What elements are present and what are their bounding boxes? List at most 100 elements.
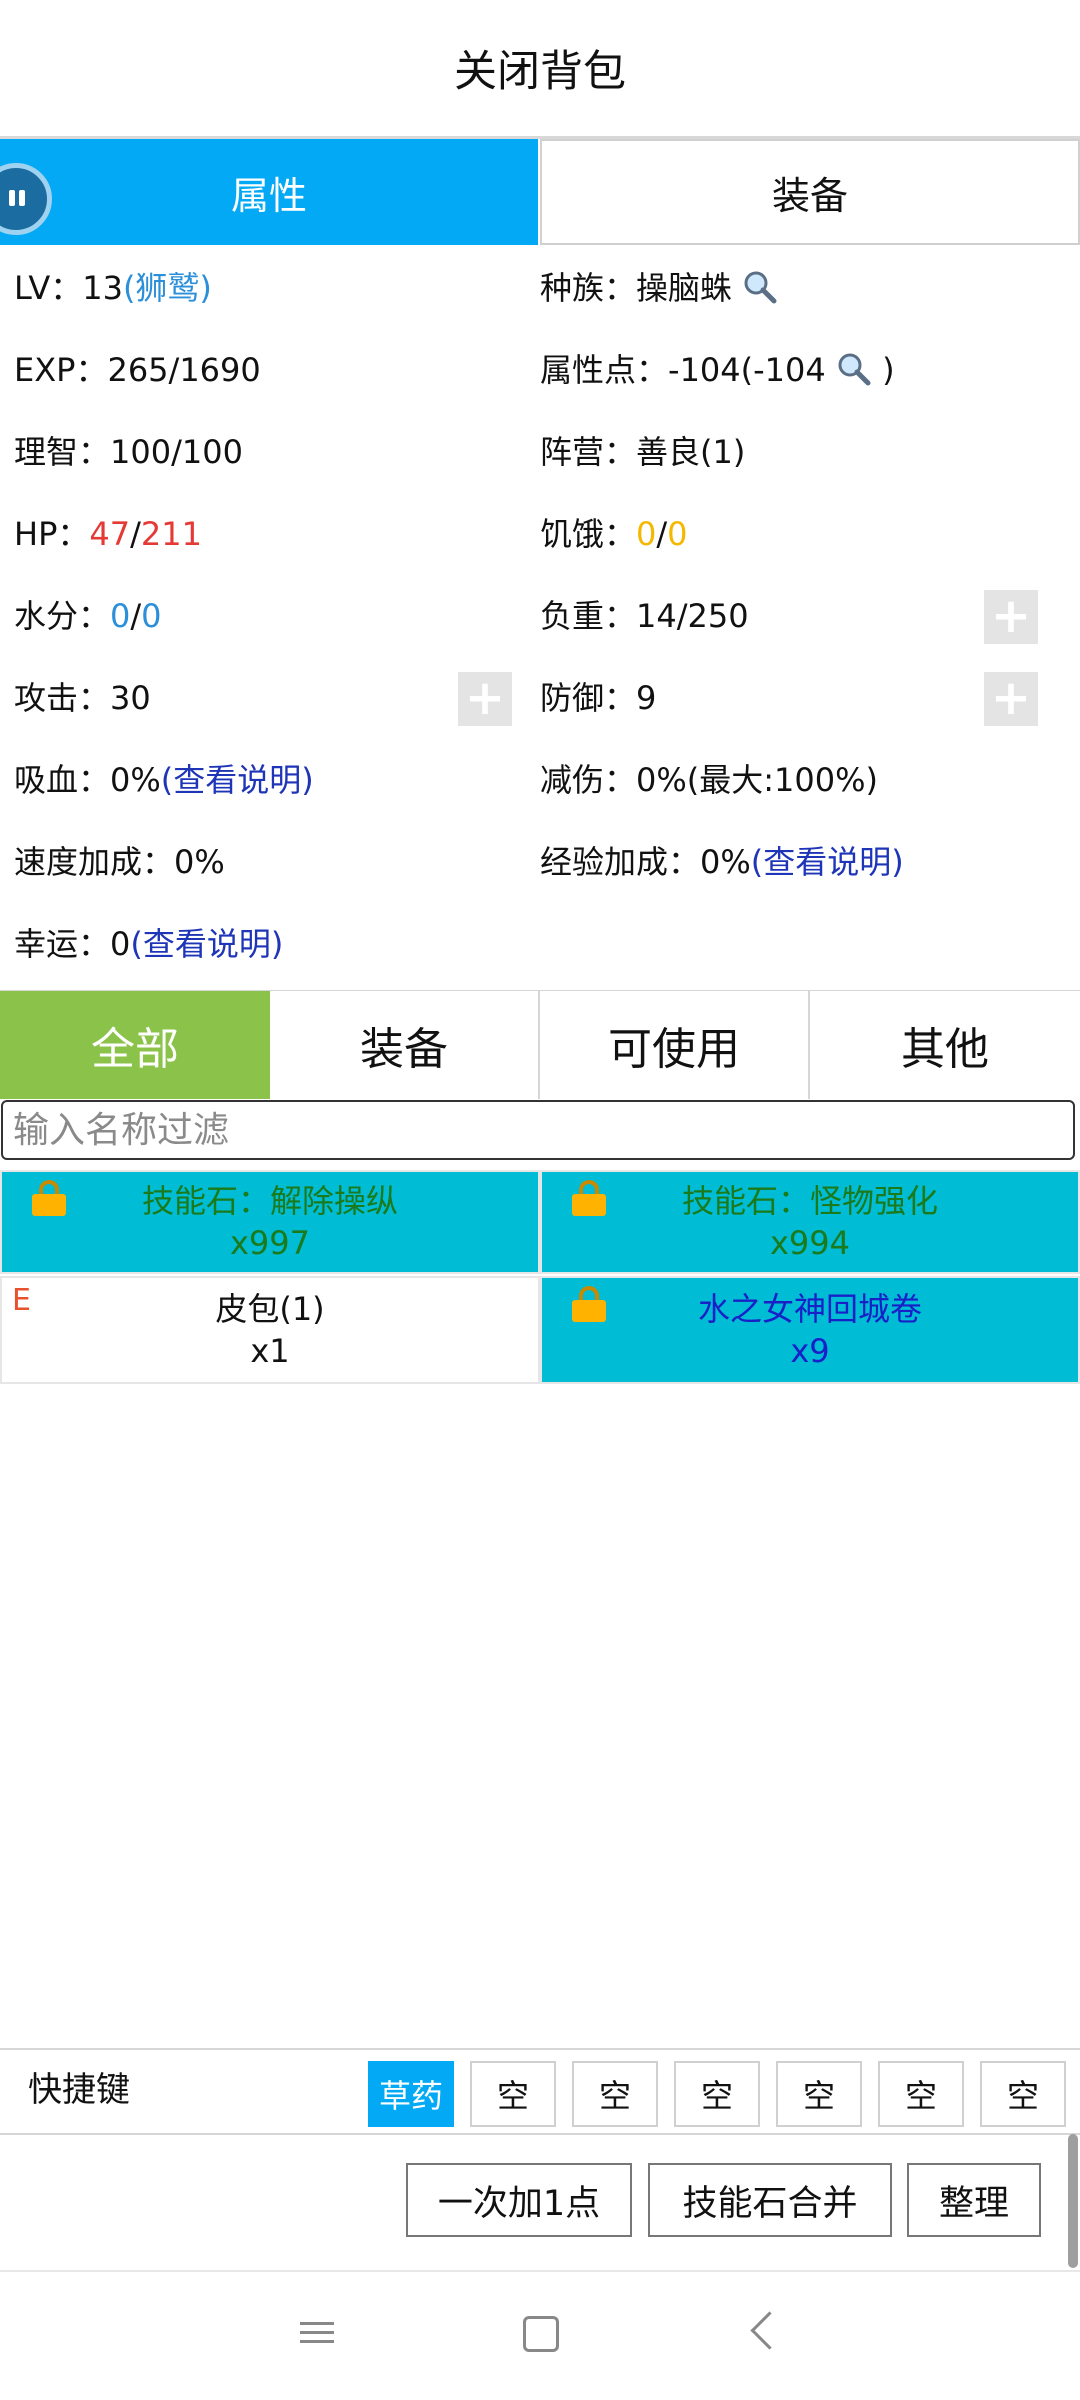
luck-help-link[interactable]: (查看说明) [130,925,283,963]
level-class-note: (狮鹫) [122,269,212,307]
attr-label: EXP： [14,351,108,389]
attr-reduction: 减伤：0%(最大:100%) [540,760,878,800]
attr-race: 种族：操脑蛛 [540,268,778,308]
item-name: 技能石：解除操纵 [141,1182,398,1220]
hunger-separator: / [656,515,668,553]
pause-icon-bar [19,190,25,206]
item-count: x1 [250,1332,290,1370]
race-value: 操脑蛛 [636,269,733,307]
speed-value: 0% [174,843,225,881]
attr-level: LV：13(狮鹫) [14,268,212,308]
attr-label: 减伤： [540,761,637,799]
tab-equipment[interactable]: 装备 [540,139,1080,245]
category-tab-equipment[interactable]: 装备 [270,991,540,1099]
add-attack-button[interactable]: + [458,672,512,726]
inventory-item[interactable]: 技能石：解除操纵 x997 [0,1170,540,1274]
points-value: -104(-104 [668,351,826,389]
quick-slot[interactable]: 空 [878,2061,964,2127]
add-one-point-button[interactable]: 一次加1点 [406,2163,632,2237]
exp-bonus-value: 0% [700,843,751,881]
item-name: 皮包(1) [215,1290,325,1328]
water-max: 0 [141,597,162,635]
attr-label: 吸血： [14,761,111,799]
search-icon[interactable] [826,351,882,389]
attr-label: HP： [14,515,90,553]
quickbar-divider [0,2133,1080,2135]
attr-label: 饥饿： [540,515,637,553]
attr-sanity: 理智：100/100 [14,432,243,472]
lifesteal-value: 0% [110,761,161,799]
attr-hp: HP：47/211 [14,514,202,554]
attr-label: 阵营： [540,433,637,471]
attr-defense: 防御：9 [540,678,656,718]
item-count: x994 [769,1224,850,1262]
points-suffix: ) [882,351,895,389]
quick-slot[interactable]: 空 [980,2061,1066,2127]
pause-icon [9,190,15,206]
luck-value: 0 [110,925,131,963]
lifesteal-help-link[interactable]: (查看说明) [161,761,314,799]
category-tab-all[interactable]: 全部 [0,991,270,1099]
attr-label: 负重： [540,597,637,635]
attr-luck: 幸运：0(查看说明) [14,924,283,964]
sort-button[interactable]: 整理 [907,2163,1041,2237]
exp-value: 265/1690 [107,351,261,389]
lock-icon [572,1286,606,1322]
exp-bonus-help-link[interactable]: (查看说明) [751,843,904,881]
item-count: x997 [229,1224,310,1262]
hp-max: 211 [140,515,202,553]
attr-label: 种族： [540,269,637,307]
level-value: 13 [82,269,123,307]
tab-attributes[interactable]: 属性 [0,139,538,245]
attr-camp: 阵营：善良(1) [540,432,745,472]
quick-slot[interactable]: 空 [572,2061,658,2127]
reduction-value: 0%(最大:100%) [636,761,879,799]
equipped-tag: E [12,1283,31,1318]
scrollbar[interactable] [1068,2134,1078,2268]
item-filter-input[interactable] [1,1100,1075,1160]
add-load-button[interactable]: + [984,590,1038,644]
attr-load: 负重：14/250 [540,596,749,636]
attack-value: 30 [110,679,151,717]
menu-icon[interactable] [300,2316,334,2350]
inventory-item[interactable]: E 皮包(1) x1 [0,1276,540,1384]
merge-skill-stones-button[interactable]: 技能石合并 [648,2163,892,2237]
attr-speed: 速度加成：0% [14,842,225,882]
inventory-item[interactable]: 技能石：怪物强化 x994 [540,1170,1080,1274]
load-value: 14/250 [636,597,749,635]
hunger-current: 0 [636,515,657,553]
quick-slot[interactable]: 空 [674,2061,760,2127]
attr-label: 水分： [14,597,111,635]
attr-water: 水分：0/0 [14,596,162,636]
attr-hunger: 饥饿：0/0 [540,514,688,554]
quick-slot[interactable]: 草药 [368,2061,454,2127]
attr-label: 防御： [540,679,637,717]
item-count: x9 [790,1332,830,1370]
search-icon[interactable] [732,269,778,307]
defense-value: 9 [636,679,657,717]
quick-slot[interactable]: 空 [470,2061,556,2127]
navbar-divider [0,2270,1080,2272]
back-icon[interactable] [750,2311,789,2350]
attr-label: LV： [14,269,83,307]
quickbar-label: 快捷键 [28,2070,130,2110]
add-defense-button[interactable]: + [984,672,1038,726]
home-icon[interactable] [523,2316,559,2352]
quickbar-divider [0,2048,1080,2050]
lock-icon [572,1180,606,1216]
attr-points: 属性点：-104(-104 ) [540,350,895,390]
camp-value: 善良(1) [636,433,746,471]
quick-slot[interactable]: 空 [776,2061,862,2127]
hunger-max: 0 [667,515,688,553]
category-tab-usable[interactable]: 可使用 [540,991,810,1099]
item-name: 水之女神回城卷 [697,1290,922,1328]
sanity-value: 100/100 [110,433,243,471]
attr-exp: EXP：265/1690 [14,350,261,390]
hp-separator: / [130,515,141,553]
category-tab-other[interactable]: 其他 [810,991,1080,1099]
lock-icon [32,1180,66,1216]
close-backpack-button[interactable]: 关闭背包 [0,0,1080,136]
attr-attack: 攻击：30 [14,678,151,718]
inventory-item[interactable]: 水之女神回城卷 x9 [540,1276,1080,1384]
attr-label: 幸运： [14,925,111,963]
